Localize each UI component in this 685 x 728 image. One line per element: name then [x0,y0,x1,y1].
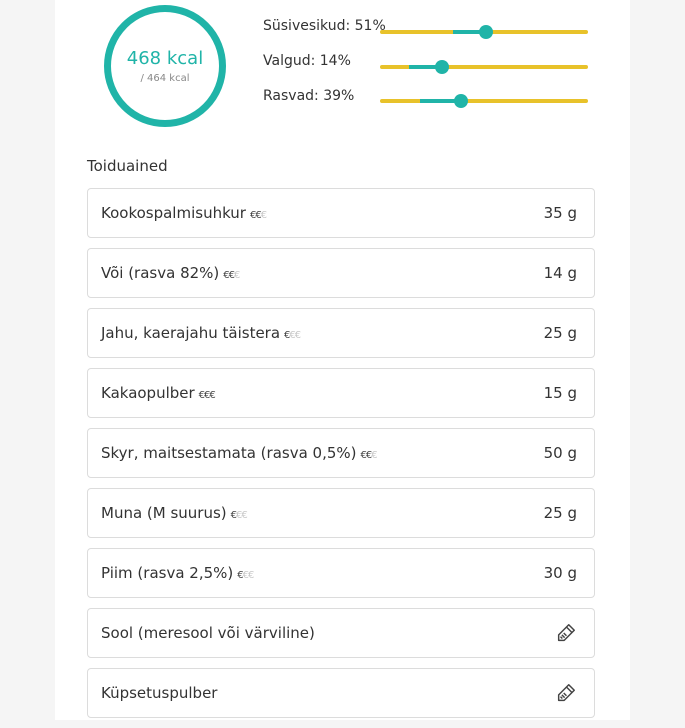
ingredient-row[interactable]: Muna (M suurus) €€€ 25 g [87,488,595,538]
macro-slider-knob[interactable] [479,25,494,39]
ingredients-title: Toiduained [87,157,168,175]
macro-label-carbs: Süsivesikud: 51% [263,18,386,34]
ingredient-name: Skyr, maitsestamata (rasva 0,5%) [101,444,357,462]
ingredient-amount: 14 g [543,264,577,282]
ingredient-list: Kookospalmisuhkur €€€ 35 g Või (rasva 82%… [87,188,595,728]
price-level: €€€ [198,390,216,401]
calorie-ring: 468 kcal / 464 kcal [104,5,226,127]
ingredient-row[interactable]: Kookospalmisuhkur €€€ 35 g [87,188,595,238]
price-level: €€€ [237,570,254,581]
ingredient-amount: 30 g [543,564,577,582]
ingredient-amount: 15 g [543,384,577,402]
ingredient-name: Jahu, kaerajahu täistera [101,324,281,342]
ingredient-name: Piim (rasva 2,5%) [101,564,234,582]
macro-slider-knob[interactable] [454,94,469,108]
ingredient-name: Kakaopulber [101,384,195,402]
ingredient-row[interactable]: Piim (rasva 2,5%) €€€ 30 g [87,548,595,598]
ingredient-name: Kookospalmisuhkur [101,204,246,222]
price-level: €€€ [284,330,301,341]
ingredient-name: Muna (M suurus) [101,504,227,522]
ingredient-amount: 35 g [543,204,577,222]
ingredient-row[interactable]: Jahu, kaerajahu täistera €€€ 25 g [87,308,595,358]
price-level: €€€ [249,210,267,221]
ingredient-name: Küpsetuspulber [101,684,218,702]
ingredient-row[interactable]: Sool (meresool või värviline) [87,608,595,658]
pencil-icon[interactable] [555,622,577,644]
macro-slider-carbs[interactable] [380,25,588,39]
ingredient-name: Sool (meresool või värviline) [101,624,315,642]
ingredient-row[interactable]: Kakaopulber €€€ 15 g [87,368,595,418]
macro-label-protein: Valgud: 14% [263,53,351,69]
pencil-icon[interactable] [555,682,577,704]
ingredient-row[interactable]: Või (rasva 82%) €€€ 14 g [87,248,595,298]
calorie-value: 468 kcal [126,48,204,69]
ingredient-amount: 25 g [543,324,577,342]
ingredient-amount: 25 g [543,504,577,522]
ingredient-row[interactable]: Skyr, maitsestamata (rasva 0,5%) €€€ 50 g [87,428,595,478]
ingredient-row[interactable]: Küpsetuspulber [87,668,595,718]
ingredient-name: Või (rasva 82%) [101,264,220,282]
price-level: €€€ [230,510,248,521]
price-level: €€€ [360,450,378,461]
macro-label-fat: Rasvad: 39% [263,88,355,104]
ingredient-amount: 50 g [543,444,577,462]
calorie-target: / 464 kcal [140,73,190,84]
price-level: €€€ [223,270,240,281]
macro-slider-protein[interactable] [380,60,588,74]
macro-slider-fat[interactable] [380,94,588,108]
